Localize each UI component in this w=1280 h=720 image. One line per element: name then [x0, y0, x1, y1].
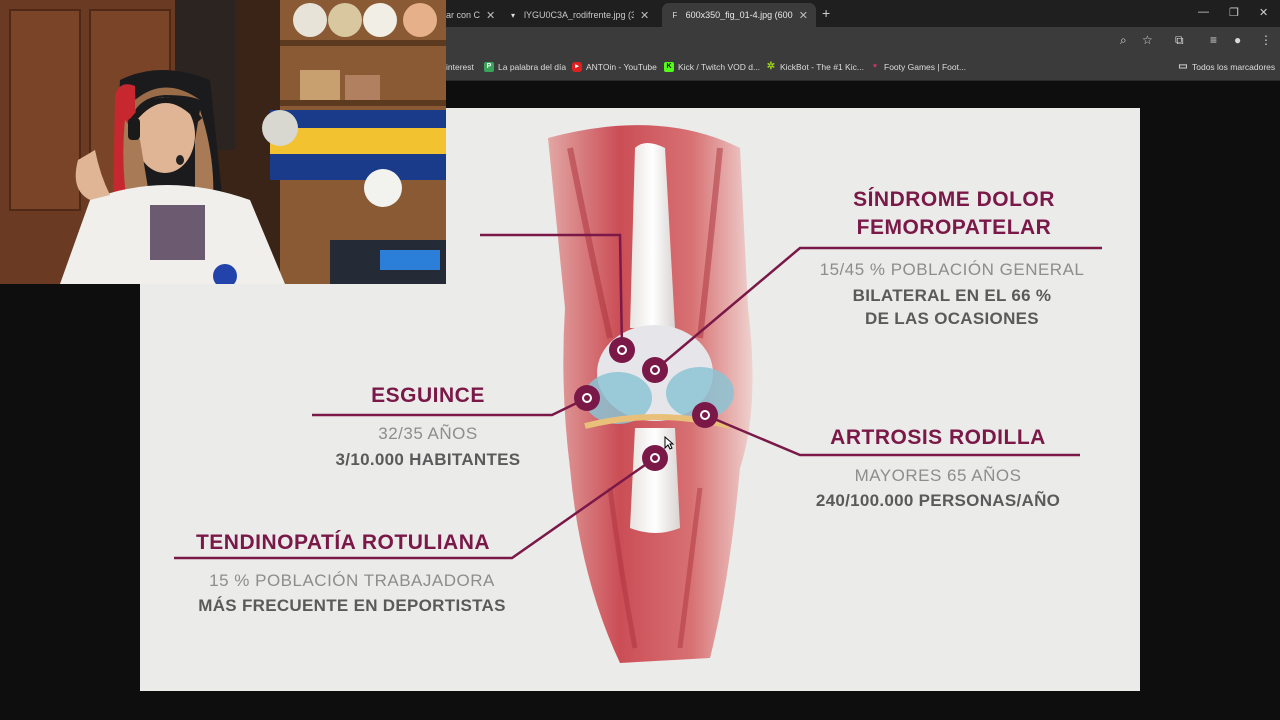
kickbot-icon: ✲: [766, 61, 776, 72]
close-tab-icon[interactable]: ✕: [486, 9, 495, 22]
esguince-stat: 32/35 AÑOS: [378, 424, 478, 443]
webcam-feed: [0, 0, 446, 284]
sindrome-stat: 15/45 % POBLACIÓN GENERAL: [819, 260, 1085, 279]
folder-icon: ▭: [1178, 61, 1188, 72]
sindrome-detail-line1: BILATERAL EN EL 66 %: [852, 286, 1052, 305]
bookmark-label: KickBot - The #1 Kic...: [780, 62, 864, 72]
new-tab-button[interactable]: +: [822, 5, 830, 21]
bookmark-star-icon[interactable]: ☆: [1142, 33, 1153, 47]
sindrome-title-line1: SÍNDROME DOLOR: [853, 188, 1055, 211]
bookmark-label: ANTOin - YouTube: [586, 62, 657, 72]
esguince-title: ESGUINCE: [371, 384, 485, 407]
bookmark-kickbot[interactable]: ✲ KickBot - The #1 Kic...: [766, 61, 864, 73]
zoom-icon[interactable]: ⌕: [1120, 33, 1127, 48]
tendinopatia-title: TENDINOPATÍA ROTULIANA: [195, 531, 491, 554]
minimize-icon[interactable]: —: [1198, 6, 1209, 18]
footy-icon: ♥: [872, 63, 878, 70]
youtube-icon: ▸: [572, 62, 582, 72]
all-bookmarks-label: Todos los marcadores: [1192, 62, 1276, 72]
bookmark-label: La palabra del día: [498, 62, 567, 72]
tab-1[interactable]: ar con C ✕: [446, 3, 498, 27]
tendinopatia-stat: 15 % POBLACIÓN TRABAJADORA: [209, 571, 495, 590]
palabra-favicon-icon: P: [484, 62, 494, 72]
tab-title: ar con C: [446, 10, 481, 20]
bookmark-palabra[interactable]: P La palabra del día: [484, 62, 566, 72]
bookmark-youtube[interactable]: ▸ ANTOin - YouTube: [572, 62, 657, 72]
bookmark-interest[interactable]: interest: [446, 62, 474, 72]
bookmark-kick[interactable]: K Kick / Twitch VOD d...: [664, 62, 760, 72]
restore-icon[interactable]: ❐: [1229, 6, 1239, 19]
tab-title: 600x350_fig_01-4.jpg (600×350: [685, 10, 793, 20]
image-favicon-icon: F: [672, 10, 678, 20]
bookmark-footy[interactable]: ♥ Footy Games | Foot...: [870, 62, 966, 72]
mouse-cursor-icon: [664, 436, 674, 450]
profile-icon[interactable]: ●: [1234, 33, 1241, 47]
close-tab-icon[interactable]: ✕: [640, 9, 649, 22]
media-control-icon[interactable]: ≡: [1210, 33, 1217, 47]
sindrome-title-line2: FEMOROPATELAR: [856, 216, 1052, 239]
close-window-icon[interactable]: ✕: [1259, 6, 1268, 19]
sindrome-detail-line2: DE LAS OCASIONES: [865, 309, 1039, 328]
bookmark-label: Footy Games | Foot...: [884, 62, 967, 72]
kick-icon: K: [664, 62, 674, 72]
tab-3-active[interactable]: F 600x350_fig_01-4.jpg (600×350 ✕: [662, 3, 816, 27]
image-favicon-icon: ▾: [510, 10, 515, 20]
menu-icon[interactable]: ⋮: [1260, 33, 1272, 47]
tab-2[interactable]: ▾ lYGU0C3A_rodifrente.jpg (3508 ✕: [508, 3, 658, 27]
webcam-overlay: [0, 0, 446, 284]
close-tab-icon[interactable]: ✕: [799, 9, 808, 22]
all-bookmarks-folder[interactable]: ▭ Todos los marcadores: [1178, 61, 1276, 73]
tendinopatia-detail: MÁS FRECUENTE EN DEPORTISTAS: [198, 596, 506, 615]
esguince-detail: 3/10.000 HABITANTES: [335, 450, 521, 469]
artrosis-detail: 240/100.000 PERSONAS/AÑO: [815, 491, 1061, 510]
artrosis-stat: MAYORES 65 AÑOS: [854, 466, 1022, 485]
artrosis-title: ARTROSIS RODILLA: [830, 426, 1046, 449]
extensions-icon[interactable]: ⧉: [1175, 33, 1184, 48]
bookmark-label: Kick / Twitch VOD d...: [678, 62, 761, 72]
bookmark-label: interest: [446, 62, 474, 72]
tab-title: lYGU0C3A_rodifrente.jpg (3508: [524, 10, 634, 20]
